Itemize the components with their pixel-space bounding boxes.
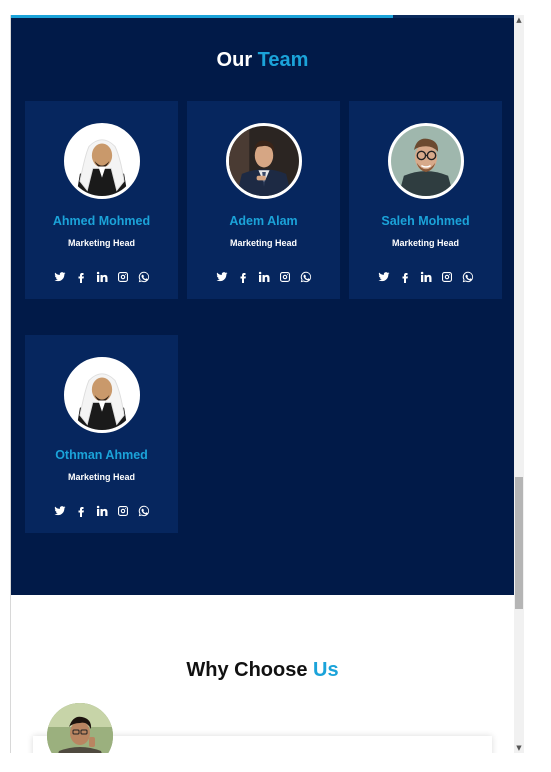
scroll-down-icon[interactable]: ▼ bbox=[514, 743, 524, 753]
team-card-3: Saleh Mohmed Marketing Head bbox=[349, 101, 502, 299]
member-name: Saleh Mohmed bbox=[381, 214, 470, 228]
team-title-accent: Team bbox=[257, 49, 309, 71]
whatsapp-icon[interactable] bbox=[137, 270, 150, 283]
member-role: Marketing Head bbox=[391, 238, 460, 248]
why-choose-us-title: Why Choose Us bbox=[11, 659, 514, 682]
member-name: Ahmed Mohmed bbox=[52, 214, 151, 228]
instagram-icon[interactable] bbox=[116, 504, 129, 517]
team-section-title: Our Team bbox=[11, 49, 514, 72]
glasses-man-avatar bbox=[388, 123, 464, 199]
why-title-accent: Us bbox=[313, 659, 339, 681]
ghutra-man-avatar bbox=[64, 357, 140, 433]
scrollbar-thumb[interactable] bbox=[515, 477, 523, 609]
member-role: Marketing Head bbox=[229, 238, 298, 248]
whatsapp-icon[interactable] bbox=[461, 270, 474, 283]
instagram-icon[interactable] bbox=[278, 270, 291, 283]
social-links bbox=[25, 270, 178, 283]
twitter-icon[interactable] bbox=[377, 270, 390, 283]
social-links bbox=[25, 504, 178, 517]
instagram-icon[interactable] bbox=[116, 270, 129, 283]
linkedin-icon[interactable] bbox=[95, 270, 108, 283]
linkedin-icon[interactable] bbox=[419, 270, 432, 283]
why-title-prefix: Why Choose bbox=[186, 659, 308, 681]
ghutra-man-avatar bbox=[64, 123, 140, 199]
team-card-2: Adem Alam Marketing Head bbox=[187, 101, 340, 299]
facebook-icon[interactable] bbox=[236, 270, 249, 283]
social-links bbox=[187, 270, 340, 283]
linkedin-icon[interactable] bbox=[257, 270, 270, 283]
twitter-icon[interactable] bbox=[215, 270, 228, 283]
team-card-4: Othman Ahmed Marketing Head bbox=[25, 335, 178, 533]
member-role: Marketing Head bbox=[67, 238, 136, 248]
facebook-icon[interactable] bbox=[74, 270, 87, 283]
scroll-progress-fill bbox=[11, 15, 394, 18]
scroll-progress-bar bbox=[11, 15, 514, 18]
page-viewport: Our Team Ahmed Mohmed Marketing Head Ade… bbox=[11, 15, 514, 753]
instagram-icon[interactable] bbox=[440, 270, 453, 283]
whatsapp-icon[interactable] bbox=[137, 504, 150, 517]
facebook-icon[interactable] bbox=[398, 270, 411, 283]
team-title-prefix: Our bbox=[216, 49, 253, 71]
scroll-up-icon[interactable]: ▲ bbox=[514, 15, 524, 25]
scrollbar[interactable]: ▲ ▼ bbox=[514, 15, 524, 753]
twitter-icon[interactable] bbox=[53, 504, 66, 517]
suit-man-avatar bbox=[226, 123, 302, 199]
member-name: Othman Ahmed bbox=[55, 448, 148, 462]
team-section: Our Team Ahmed Mohmed Marketing Head Ade… bbox=[11, 15, 514, 595]
team-card-1: Ahmed Mohmed Marketing Head bbox=[25, 101, 178, 299]
member-role: Marketing Head bbox=[67, 472, 136, 482]
whatsapp-icon[interactable] bbox=[299, 270, 312, 283]
member-name: Adem Alam bbox=[229, 214, 298, 228]
social-links bbox=[349, 270, 502, 283]
linkedin-icon[interactable] bbox=[95, 504, 108, 517]
testimonial-avatar bbox=[47, 703, 113, 753]
facebook-icon[interactable] bbox=[74, 504, 87, 517]
twitter-icon[interactable] bbox=[53, 270, 66, 283]
